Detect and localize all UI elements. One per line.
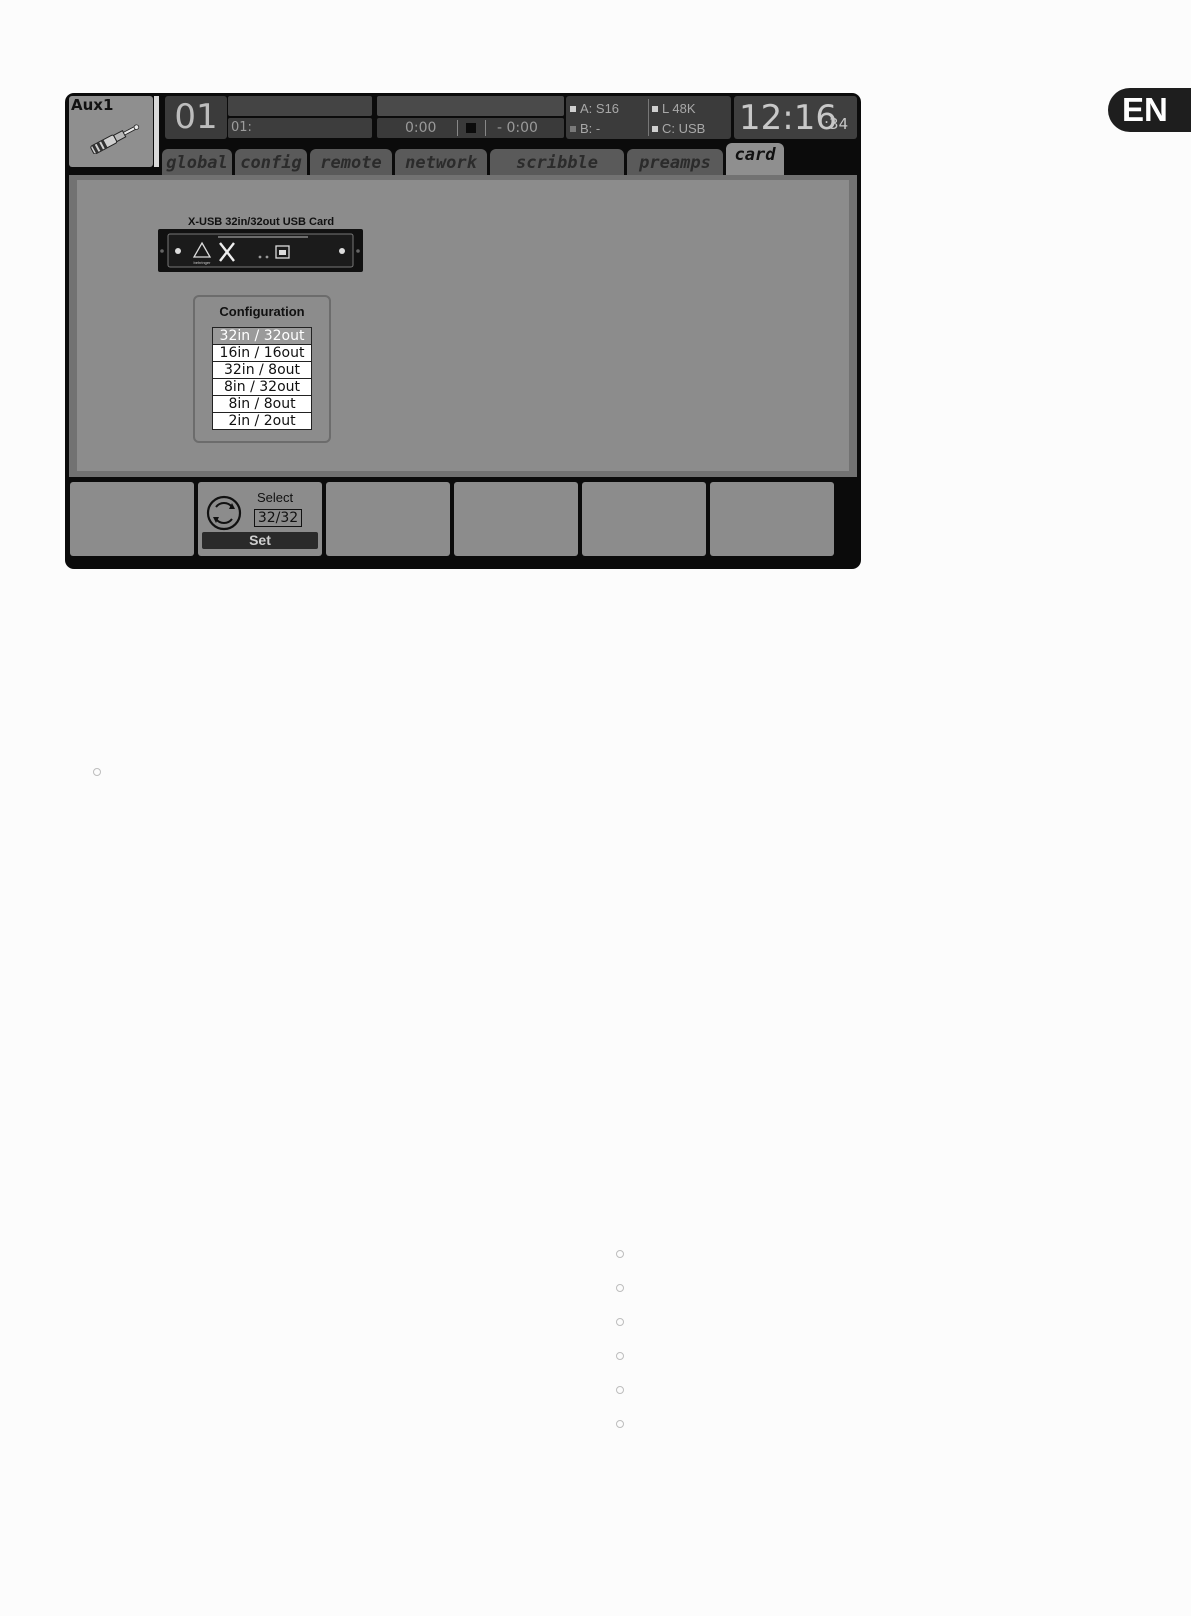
channel-name: Aux1 (71, 96, 114, 114)
bullet-mark (616, 1250, 624, 1258)
bullet-mark (616, 1352, 624, 1360)
config-option[interactable]: 32in / 8out (213, 362, 311, 379)
status-square-icon (570, 125, 576, 132)
tab-config[interactable]: config (235, 149, 307, 175)
svg-text:behringer: behringer (194, 260, 212, 265)
bullet-mark (616, 1386, 624, 1394)
status-square-icon (570, 105, 576, 112)
config-option[interactable]: 2in / 2out (213, 413, 311, 429)
status-square-icon (652, 125, 658, 132)
stop-icon[interactable] (466, 123, 476, 133)
soft-button-1[interactable] (70, 482, 194, 556)
io-c: C: USB (652, 121, 705, 136)
channel-name-bar (228, 96, 372, 116)
divider (648, 99, 649, 136)
soft-button-6[interactable] (710, 482, 834, 556)
channel-box[interactable]: Aux1 (69, 96, 153, 167)
divider (485, 120, 486, 136)
io-status: A: S16 B: - L 48K C: USB (566, 96, 731, 139)
bullet-mark (93, 768, 101, 776)
tab-network[interactable]: network (395, 149, 487, 175)
tab-scribble-strip[interactable]: scribble strip (490, 149, 624, 201)
soft-button-5[interactable] (582, 482, 706, 556)
rotary-encoder-icon (206, 495, 242, 531)
language-badge: EN (1108, 88, 1191, 132)
config-option-selected[interactable]: 32in / 32out (213, 328, 311, 345)
card-title: X-USB 32in/32out USB Card (188, 216, 335, 228)
divider (457, 120, 458, 136)
player-time-remaining: - 0:00 (497, 120, 538, 136)
bullet-mark (616, 1420, 624, 1428)
config-option[interactable]: 8in / 8out (213, 396, 311, 413)
tab-card[interactable]: card (726, 143, 784, 175)
io-a: A: S16 (570, 101, 619, 116)
bullet-mark (616, 1318, 624, 1326)
clock: 12:16 :34 (734, 96, 857, 139)
io-l: L 48K (652, 101, 696, 116)
usb-card-image: behringer (158, 229, 363, 272)
bullet-mark (616, 1284, 624, 1292)
status-square-icon (652, 105, 658, 112)
configuration-list[interactable]: 32in / 32out 16in / 16out 32in / 8out 8i… (212, 327, 312, 430)
channel-subname: 01: (228, 118, 372, 138)
channel-color-strip (154, 96, 159, 167)
set-button[interactable]: Set (202, 532, 318, 549)
clock-hours-minutes: 12:16 (739, 98, 837, 138)
config-option[interactable]: 8in / 32out (213, 379, 311, 396)
select-label: Select (257, 490, 294, 505)
io-b: B: - (570, 121, 600, 136)
tab-preamps[interactable]: preamps (627, 149, 723, 175)
jack-plug-icon (90, 124, 140, 154)
soft-button-3[interactable] (326, 482, 450, 556)
player-controls: 0:00 - 0:00 (377, 118, 564, 138)
configuration-title: Configuration (219, 304, 305, 319)
usb-card-faceplate-icon: behringer (160, 233, 360, 268)
configuration-group: Configuration 32in / 32out 16in / 16out … (193, 295, 331, 443)
player-title-bar (377, 96, 564, 116)
config-option[interactable]: 16in / 16out (213, 345, 311, 362)
select-set-button[interactable]: Select 32/32 Set (198, 482, 322, 556)
player-time-elapsed: 0:00 (405, 120, 437, 136)
select-value: 32/32 (254, 509, 302, 527)
soft-button-4[interactable] (454, 482, 578, 556)
clock-seconds: :34 (824, 115, 849, 133)
tab-remote[interactable]: remote (310, 149, 392, 175)
channel-number: 01 (165, 96, 227, 139)
tab-global[interactable]: global (162, 149, 232, 175)
mixer-screen: Aux1 01 01: 0:00 - 0:00 A: S16 B: - L 48… (65, 93, 861, 569)
